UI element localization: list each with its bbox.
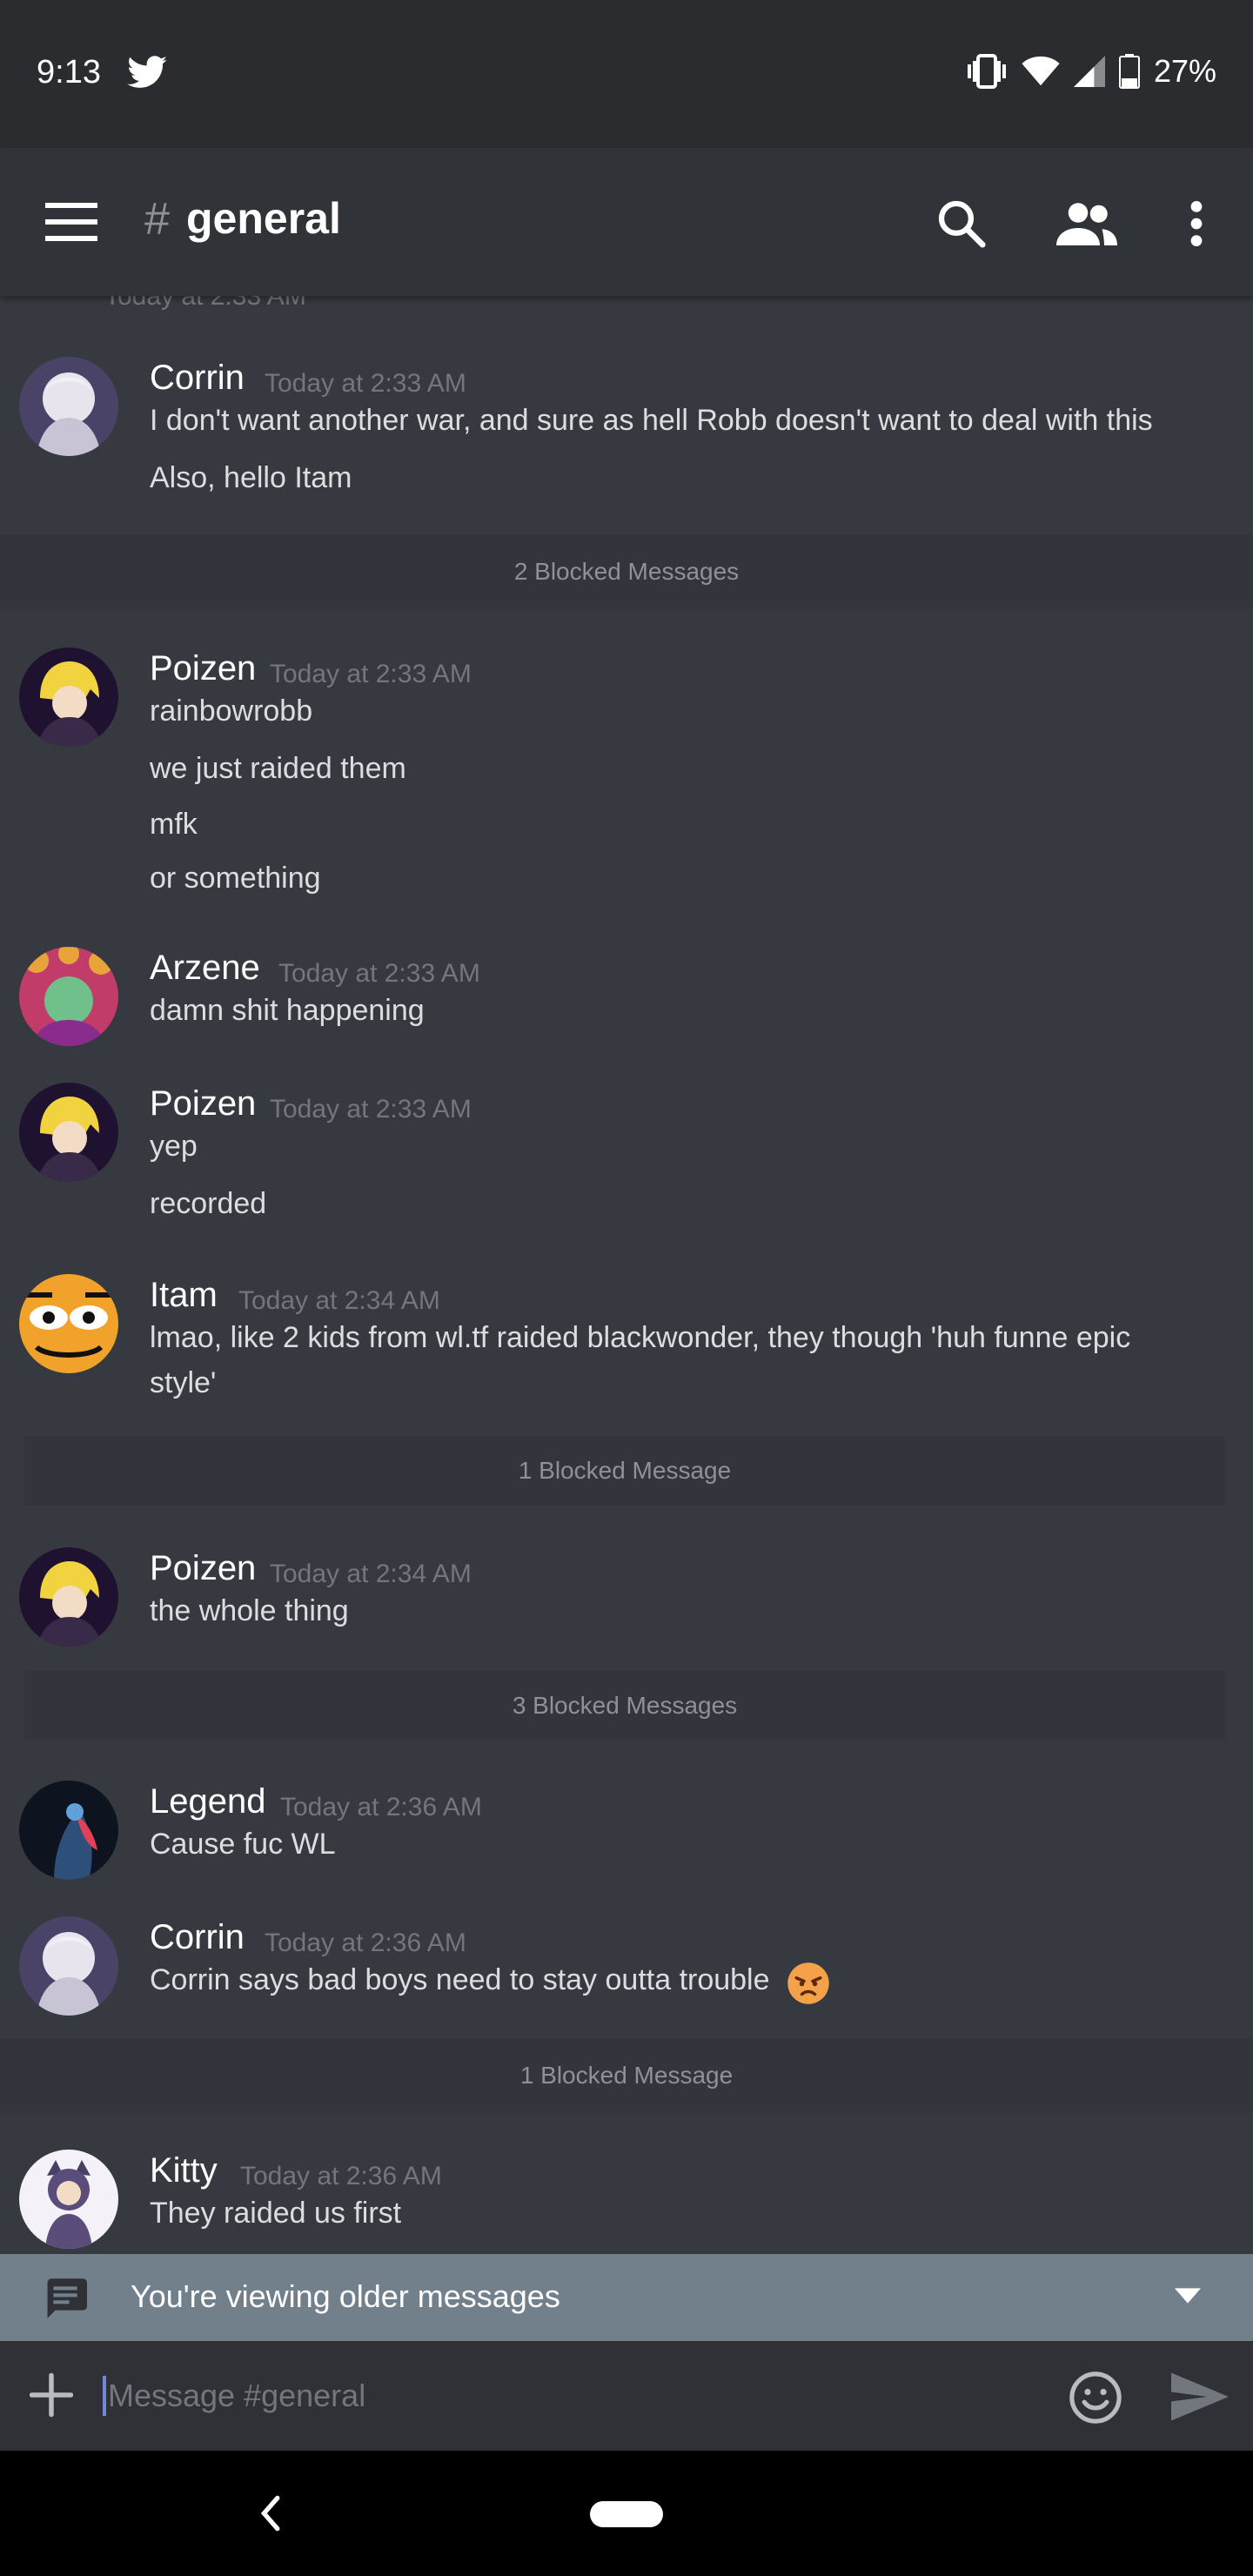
message-text: yep [150,1130,198,1163]
avatar[interactable] [19,1547,118,1647]
more-vertical-icon [1190,200,1203,247]
channel-hash: # [144,194,170,245]
message-timestamp: Today at 2:33 AM [270,660,472,688]
avatar[interactable] [19,357,118,456]
channel-header: # general [0,148,1253,296]
message-text: Also, hello Itam [150,461,352,494]
members-button[interactable] [1056,193,1117,254]
username[interactable]: Legend [150,1782,265,1821]
message-text: we just raided them [150,752,406,785]
message-timestamp: Today at 2:33 AM [265,369,466,398]
system-icons: 27% [966,52,1216,91]
message-text: the whole thing [150,1594,349,1627]
message-timestamp: Today at 2:34 AM [270,1560,472,1588]
username[interactable]: Corrin [150,359,245,398]
message-text: recorded [150,1187,267,1220]
chevron-down-icon[interactable] [1175,2287,1201,2304]
message-text: lmao, like 2 kids from wl.tf raided blac… [150,1321,1131,1354]
members-icon [1056,203,1117,245]
twitter-icon [127,56,167,88]
username[interactable]: Itam [150,1276,218,1315]
username[interactable]: Poizen [150,1084,256,1124]
older-messages-text: You're viewing older messages [131,2278,560,2314]
username[interactable]: Poizen [150,1549,256,1588]
blocked-messages[interactable]: 1 Blocked Message [24,1436,1225,1506]
message-text: or something [150,862,321,895]
username[interactable]: Arzene [150,949,260,988]
message-timestamp: Today at 2:36 AM [280,1793,482,1821]
search-button[interactable] [931,193,992,254]
username[interactable]: Poizen [150,649,256,688]
status-bar: 9:13 27% [0,0,1253,148]
avatar[interactable] [19,1083,118,1182]
message-timestamp: Today at 2:34 AM [238,1286,440,1315]
username[interactable]: Kitty [150,2151,218,2190]
wifi-icon [1022,56,1060,86]
message-composer [0,2341,1253,2451]
username[interactable]: Corrin [150,1918,245,1957]
blocked-messages[interactable]: 1 Blocked Message [0,2038,1253,2113]
battery-icon [1118,54,1140,89]
message-text: damn shit happening [150,994,425,1027]
home-pill[interactable] [590,2501,663,2527]
message-text: style' [150,1366,217,1399]
angry-emoji-icon [787,1962,829,2004]
battery-percent: 27% [1153,53,1216,89]
avatar[interactable] [19,2150,118,2249]
message-text: I don't want another war, and sure as he… [150,404,1153,437]
signal-icon [1073,56,1105,87]
blocked-messages[interactable]: 2 Blocked Messages [0,534,1253,609]
message-list[interactable]: Today at 2:33 AM Corrin Today at 2:33 AM… [0,296,1253,2254]
chat-icon [47,2278,87,2318]
status-time: 9:13 [37,54,101,91]
older-messages-bar[interactable]: You're viewing older messages [0,2254,1253,2341]
message-text: Corrin says bad boys need to stay outta … [150,1963,770,1996]
channel-title: general [186,194,341,243]
system-nav-bar [0,2451,1253,2576]
menu-icon[interactable] [45,202,97,242]
avatar[interactable] [19,647,118,747]
search-icon [938,200,986,248]
avatar[interactable] [19,1916,118,2016]
message-timestamp: Today at 2:33 AM [278,959,480,988]
avatar[interactable] [19,1781,118,1880]
message-text: Cause fuc WL [150,1828,336,1861]
message-text: mfk [150,808,198,841]
message-text: They raided us first [150,2197,402,2230]
vibrate-icon [967,54,1006,89]
back-icon[interactable] [252,2494,287,2532]
blocked-messages[interactable]: 3 Blocked Messages [24,1671,1225,1741]
plus-icon[interactable] [30,2371,73,2419]
text-cursor [103,2376,106,2416]
message-input[interactable] [108,2367,995,2425]
message-timestamp: Today at 2:36 AM [265,1929,466,1957]
message-timestamp: Today at 2:33 AM [270,1095,472,1124]
avatar[interactable] [19,947,118,1046]
avatar[interactable] [19,1274,118,1373]
send-icon[interactable] [1171,2372,1229,2421]
message-text: rainbowrobb [150,694,313,728]
emoji-icon[interactable] [1069,2371,1122,2425]
more-button[interactable] [1166,193,1227,254]
message-timestamp: Today at 2:36 AM [240,2162,442,2190]
message-timestamp: Today at 2:33 AM [104,296,306,311]
